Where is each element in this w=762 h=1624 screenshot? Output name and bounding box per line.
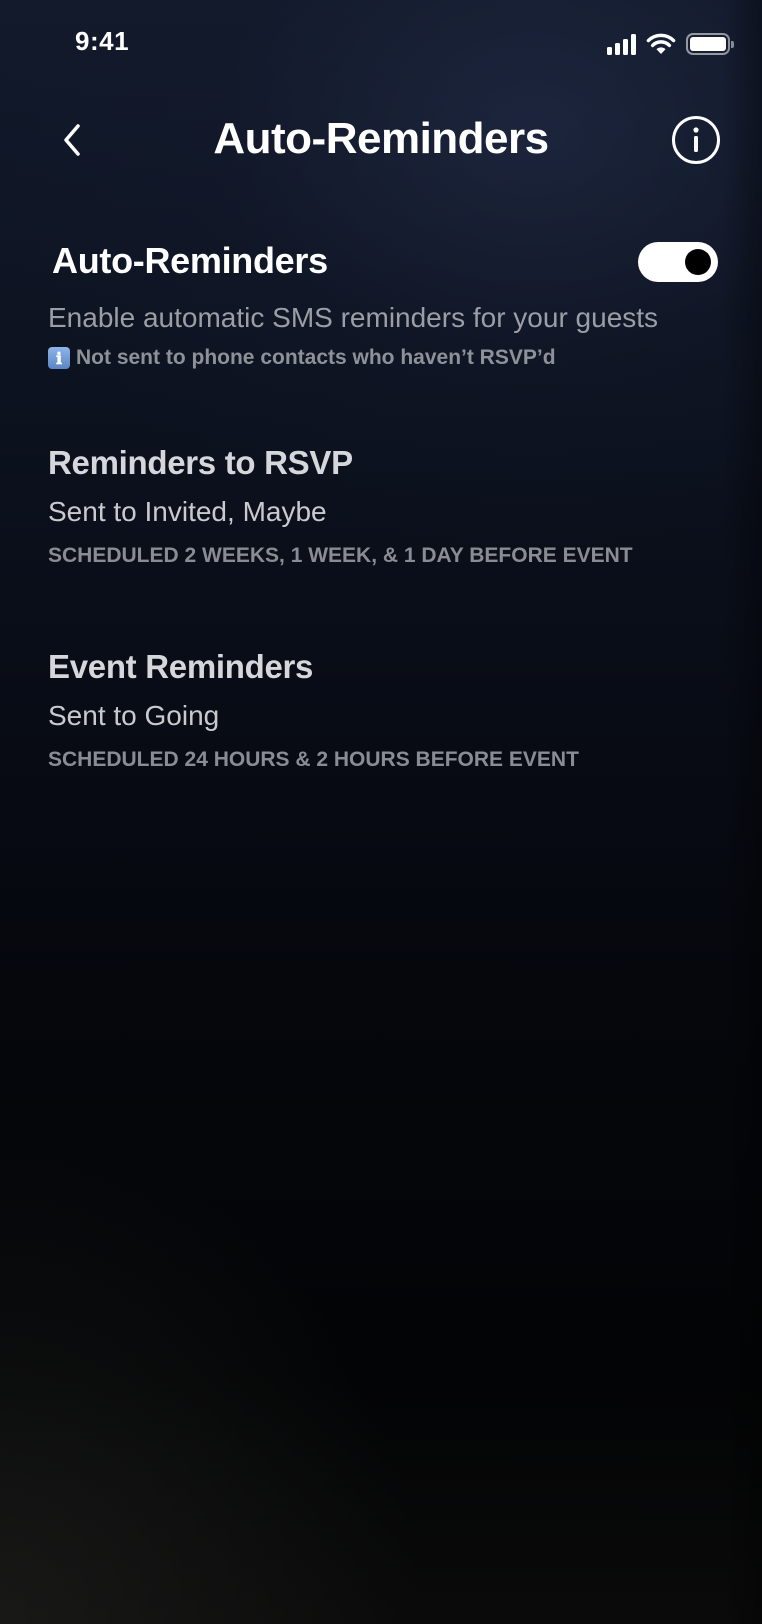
wifi-icon (646, 33, 676, 54)
section-title: Reminders to RSVP (48, 444, 353, 481)
auto-reminders-screen: 9:41 Auto-Reminders Auto-Reminders Enabl… (0, 0, 762, 1624)
status-time: 9:41 (75, 26, 130, 56)
note-text: Not sent to phone contacts who haven’t R… (76, 346, 556, 369)
signal-icon (607, 33, 636, 55)
battery-icon (686, 33, 734, 55)
auto-reminders-switch[interactable] (638, 242, 718, 282)
phone-contacts-note: ℹ Not sent to phone contacts who haven’t… (48, 346, 722, 370)
switch-knob (685, 249, 711, 275)
section-recipients: Sent to Going (48, 700, 220, 731)
event-reminders-section[interactable]: Event Reminders Sent to Going SCHEDULED … (48, 648, 722, 772)
info-button[interactable] (670, 114, 722, 166)
section-schedule: SCHEDULED 2 WEEKS, 1 WEEK, & 1 DAY BEFOR… (48, 544, 633, 567)
rsvp-reminders-section[interactable]: Reminders to RSVP Sent to Invited, Maybe… (48, 444, 722, 568)
nav-bar: Auto-Reminders (0, 100, 762, 180)
page-title: Auto-Reminders (213, 114, 549, 163)
status-bar: 9:41 (0, 0, 762, 90)
auto-reminders-settings: Auto-Reminders Enable automatic SMS remi… (48, 232, 722, 370)
info-icon (672, 116, 720, 164)
auto-reminders-title: Auto-Reminders (52, 240, 328, 281)
status-icons (607, 30, 734, 58)
section-recipients: Sent to Invited, Maybe (48, 496, 327, 527)
info-emoji-icon: ℹ (48, 347, 70, 369)
auto-reminders-toggle-row: Auto-Reminders (48, 232, 722, 290)
section-title: Event Reminders (48, 648, 314, 685)
section-schedule: SCHEDULED 24 HOURS & 2 HOURS BEFORE EVEN… (48, 748, 579, 771)
auto-reminders-description: Enable automatic SMS reminders for your … (48, 302, 659, 333)
